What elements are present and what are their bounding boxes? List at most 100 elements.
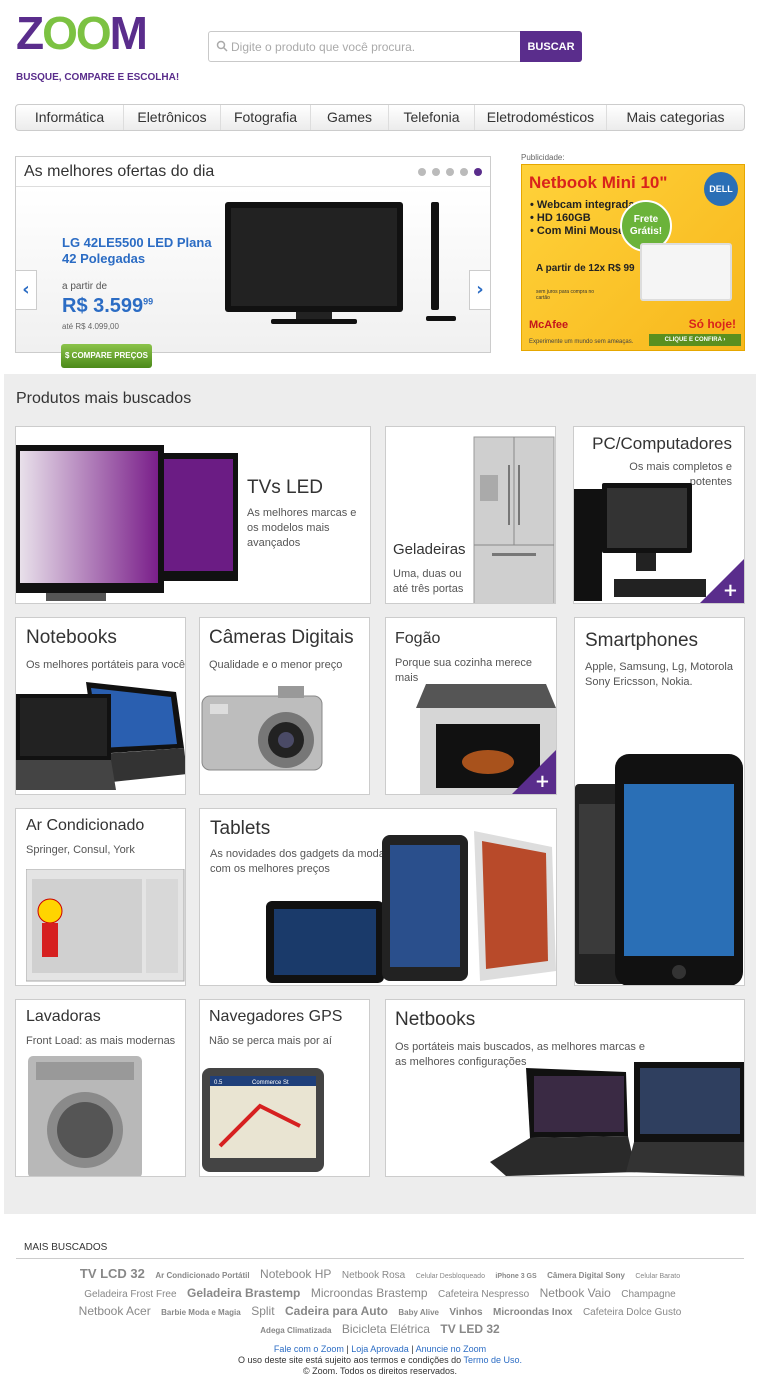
search-tag[interactable]: Cadeira para Auto	[285, 1304, 388, 1318]
carousel-next-button[interactable]: ›	[469, 270, 491, 310]
search-tag[interactable]: Adega Climatizada	[260, 1326, 331, 1335]
category-card-navegadores-gps[interactable]: Navegadores GPS Não se perca mais por aí…	[199, 999, 370, 1177]
nav-item-telefonia[interactable]: Telefonia	[389, 105, 475, 130]
offer-old-price: até R$ 4.099,00	[62, 322, 119, 331]
footer-link-advertise[interactable]: Anuncie no Zoom	[416, 1344, 487, 1354]
offers-header: As melhores ofertas do dia	[16, 157, 490, 187]
category-card-tvs-led[interactable]: TVs LED As melhores marcas e os modelos …	[15, 426, 371, 604]
carousel-dot[interactable]	[460, 168, 468, 176]
carousel-dot[interactable]	[418, 168, 426, 176]
search-tag[interactable]: Ar Condicionado Portátil	[155, 1271, 249, 1280]
search-tag[interactable]: iPhone 3 GS	[495, 1273, 536, 1280]
card-description: Os melhores portáteis para você	[26, 659, 185, 671]
card-title: Notebooks	[26, 627, 117, 648]
search-tag[interactable]: Cafeteira Dolce Gusto	[583, 1307, 681, 1318]
footer-copyright: © Zoom. Todos os direitos reservados.	[302, 1366, 458, 1376]
search-tag[interactable]: TV LED 32	[440, 1322, 499, 1336]
search-tag[interactable]: Bicicleta Elétrica	[342, 1322, 430, 1336]
most-searched-tags: TV LCD 32 Ar Condicionado Portátil Noteb…	[60, 1266, 700, 1339]
footer-terms: O uso deste site está sujeito aos termos…	[238, 1355, 522, 1365]
category-card-cameras-digitais[interactable]: Câmeras Digitais Qualidade e o menor pre…	[199, 617, 370, 795]
nav-item-games[interactable]: Games	[311, 105, 389, 130]
search-tag[interactable]: Geladeira Brastemp	[187, 1286, 300, 1300]
card-title: Navegadores GPS	[209, 1008, 343, 1025]
search-tag[interactable]: Notebook HP	[260, 1267, 331, 1281]
card-title: Geladeiras	[393, 541, 466, 558]
footer-link-approved-store[interactable]: Loja Aprovada	[351, 1344, 409, 1354]
footer-link-contact[interactable]: Fale com o Zoom	[274, 1344, 344, 1354]
dell-netbook-ad[interactable]: Netbook Mini 10" DELL • Webcam integrada…	[521, 164, 745, 351]
nav-item-mais-categorias[interactable]: Mais categorias	[607, 105, 744, 130]
card-title: Smartphones	[585, 630, 699, 651]
card-description: Springer, Consul, York	[26, 844, 135, 856]
ad-cta-button[interactable]: CLIQUE E CONFIRA ›	[649, 334, 741, 346]
pc-image	[574, 483, 706, 601]
card-title: Câmeras Digitais	[209, 627, 354, 648]
card-description: Front Load: as mais modernas	[26, 1035, 176, 1047]
category-card-tablets[interactable]: Tablets As novidades dos gadgets da moda…	[199, 808, 557, 986]
search-tag[interactable]: Baby Alive	[398, 1308, 439, 1317]
plus-icon[interactable]: +	[723, 580, 738, 601]
search-tag[interactable]: Microondas Inox	[493, 1307, 572, 1318]
search-tag[interactable]: Barbie Moda e Magia	[161, 1308, 241, 1317]
camera-image	[201, 686, 323, 771]
category-card-geladeiras[interactable]: Geladeiras Uma, duas ou até três portas	[385, 426, 556, 604]
search-tag[interactable]: TV LCD 32	[80, 1266, 145, 1281]
carousel-dot-active[interactable]	[474, 168, 482, 176]
footer-link-terms[interactable]: Termo de Uso.	[463, 1355, 522, 1365]
search-tag[interactable]: Split	[251, 1304, 274, 1318]
carousel-dot[interactable]	[432, 168, 440, 176]
search-tag[interactable]: Netbook Acer	[79, 1304, 151, 1318]
category-card-smartphones[interactable]: Smartphones Apple, Samsung, Lg, Motorola…	[574, 617, 745, 986]
category-card-pc-computadores[interactable]: PC/Computadores Os mais completos e pote…	[573, 426, 745, 604]
search-tag[interactable]: Microondas Brastemp	[311, 1286, 428, 1300]
air-conditioner-image	[26, 869, 185, 982]
offer-price: R$ 3.59999	[62, 295, 154, 317]
offer-product-name[interactable]: LG 42LE5500 LED Plana 42 Polegadas	[62, 235, 212, 267]
category-nav: Informática Eletrônicos Fotografia Games…	[15, 104, 745, 131]
card-title: Fogão	[395, 630, 441, 647]
card-description: Uma, duas ou até três portas	[393, 568, 464, 595]
search-tag[interactable]: Netbook Rosa	[342, 1270, 405, 1281]
ad-feature-list: • Webcam integrada • HD 160GB • Com Mini…	[530, 199, 635, 237]
search-tag[interactable]: Vinhos	[449, 1307, 482, 1318]
compare-prices-button[interactable]: $ COMPARE PREÇOS	[61, 344, 152, 368]
search-tag[interactable]: Celular Barato	[635, 1273, 680, 1280]
zoom-logo[interactable]: ZOOM BUSQUE, COMPARE E ESCOLHA!	[16, 4, 179, 88]
ad-today-only: Só hoje!	[688, 317, 736, 331]
ad-title: Netbook Mini 10"	[529, 173, 668, 192]
card-title: Lavadoras	[26, 1008, 101, 1025]
tv-product-image[interactable]	[221, 198, 471, 333]
search-input[interactable]	[231, 32, 521, 61]
plus-icon[interactable]: +	[535, 771, 550, 792]
category-card-netbooks[interactable]: Netbooks Os portáteis mais buscados, as …	[385, 999, 745, 1177]
search-tag[interactable]: Geladeira Frost Free	[84, 1289, 176, 1300]
search-tag[interactable]: Champagne	[621, 1289, 675, 1300]
carousel-prev-button[interactable]: ‹	[15, 270, 37, 310]
carousel-dot[interactable]	[446, 168, 454, 176]
carousel-dots	[418, 168, 482, 176]
search-button[interactable]: BUSCAR	[520, 31, 582, 62]
section-title: Produtos mais buscados	[16, 390, 192, 407]
gps-distance: 0.5	[214, 1080, 223, 1086]
category-card-fogao[interactable]: Fogão Porque sua cozinha merece mais +	[385, 617, 557, 795]
search-tag[interactable]: Câmera Digital Sony	[547, 1271, 625, 1280]
footer: Fale com o Zoom | Loja Aprovada | Anunci…	[0, 1344, 760, 1377]
search-tag[interactable]: Netbook Vaio	[540, 1286, 611, 1300]
washer-image	[28, 1056, 142, 1176]
dollar-icon: $	[65, 351, 72, 360]
search-tag[interactable]: Celular Desbloqueado	[416, 1273, 485, 1280]
card-description: Qualidade e o menor preço	[209, 659, 343, 671]
nav-item-eletronicos[interactable]: Eletrônicos	[124, 105, 221, 130]
category-card-ar-condicionado[interactable]: Ar Condicionado Springer, Consul, York	[15, 808, 186, 986]
fridge-image	[473, 436, 555, 603]
nav-item-eletrodomesticos[interactable]: Eletrodomésticos	[475, 105, 607, 130]
nav-item-fotografia[interactable]: Fotografia	[221, 105, 311, 130]
nav-item-informatica[interactable]: Informática	[16, 105, 124, 130]
mcafee-tagline: Experimente um mundo sem ameaças.	[529, 339, 634, 345]
divider	[16, 1258, 744, 1259]
category-card-notebooks[interactable]: Notebooks Os melhores portáteis para voc…	[15, 617, 186, 795]
search-tag[interactable]: Cafeteira Nespresso	[438, 1289, 529, 1300]
category-card-lavadoras[interactable]: Lavadoras Front Load: as mais modernas	[15, 999, 186, 1177]
ad-installment-note: sem juros para compra no cartão	[536, 289, 595, 301]
